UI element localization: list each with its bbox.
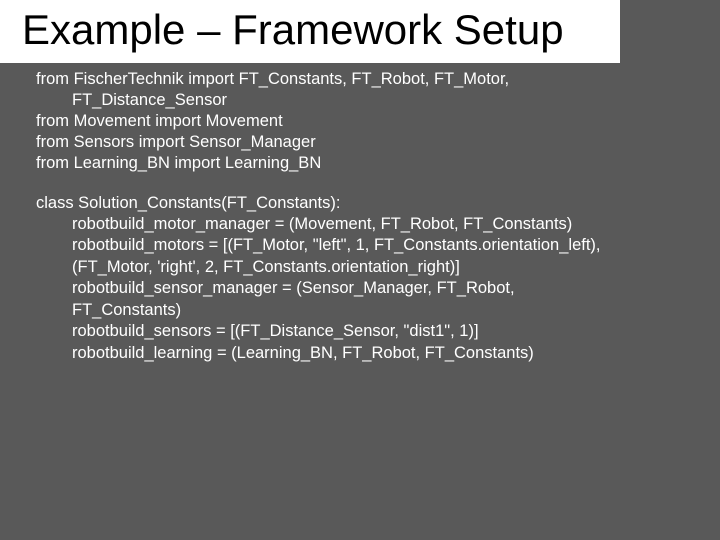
import-line-3: from Sensors import Sensor_Manager xyxy=(36,132,698,153)
class-body-6: robotbuild_sensors = [(FT_Distance_Senso… xyxy=(36,321,698,342)
class-body-2: robotbuild_motors = [(FT_Motor, "left", … xyxy=(36,235,698,256)
class-body-1: robotbuild_motor_manager = (Movement, FT… xyxy=(36,214,698,235)
slide-title: Example – Framework Setup xyxy=(22,6,598,53)
import-line-1b: FT_Distance_Sensor xyxy=(36,90,698,111)
class-body-4: robotbuild_sensor_manager = (Sensor_Mana… xyxy=(36,278,698,299)
class-body-5: FT_Constants) xyxy=(36,300,698,321)
import-line-1a: from FischerTechnik import FT_Constants,… xyxy=(36,70,509,88)
import-line-2: from Movement import Movement xyxy=(36,111,698,132)
slide-body: from FischerTechnik import FT_Constants,… xyxy=(0,63,720,376)
import-line-4: from Learning_BN import Learning_BN xyxy=(36,153,698,174)
class-body-3: (FT_Motor, 'right', 2, FT_Constants.orie… xyxy=(36,257,698,278)
class-def: class Solution_Constants(FT_Constants): xyxy=(36,193,698,214)
class-body-7: robotbuild_learning = (Learning_BN, FT_R… xyxy=(36,343,698,364)
